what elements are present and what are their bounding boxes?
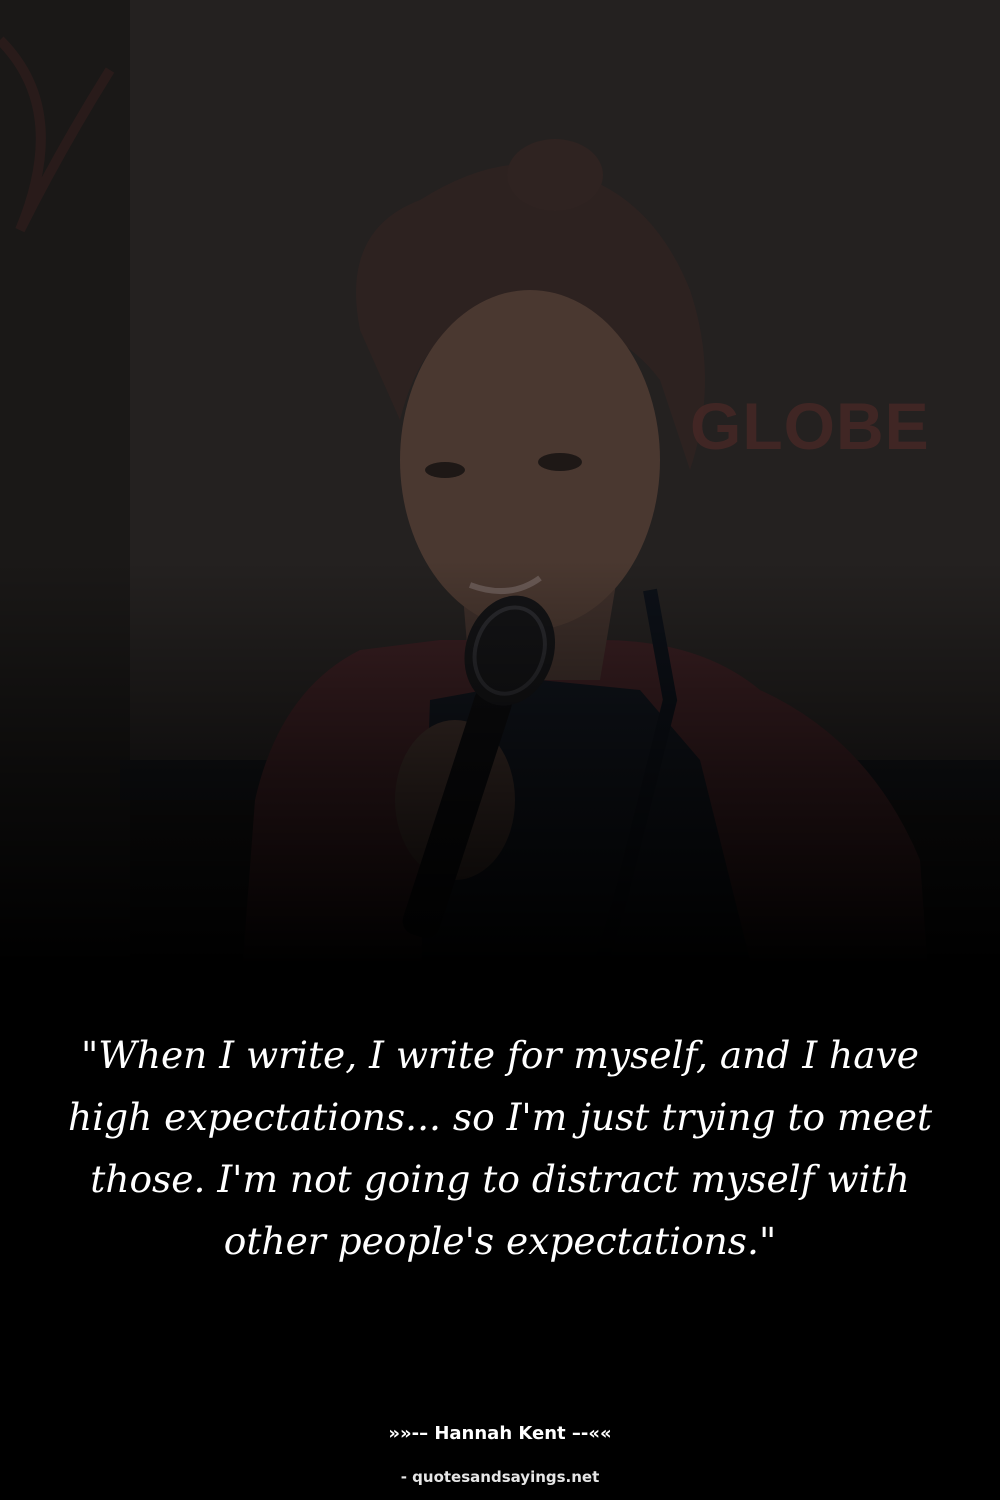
author-line: »»-– Hannah Kent –-«« <box>388 1423 612 1444</box>
quote-poster: GLOBE "When I write, I write for myself,… <box>0 0 1000 1500</box>
source-watermark: - quotesandsayings.net <box>400 1468 600 1486</box>
hair-bun-shape <box>507 139 603 211</box>
photo-fade-overlay <box>0 560 1000 1000</box>
background-photo: GLOBE <box>0 0 1000 1000</box>
backdrop-sign-text: GLOBE <box>690 389 930 463</box>
right-eye-shape <box>538 453 582 471</box>
left-eye-shape <box>425 462 465 478</box>
quote-text: "When I write, I write for myself, and I… <box>67 1033 933 1263</box>
